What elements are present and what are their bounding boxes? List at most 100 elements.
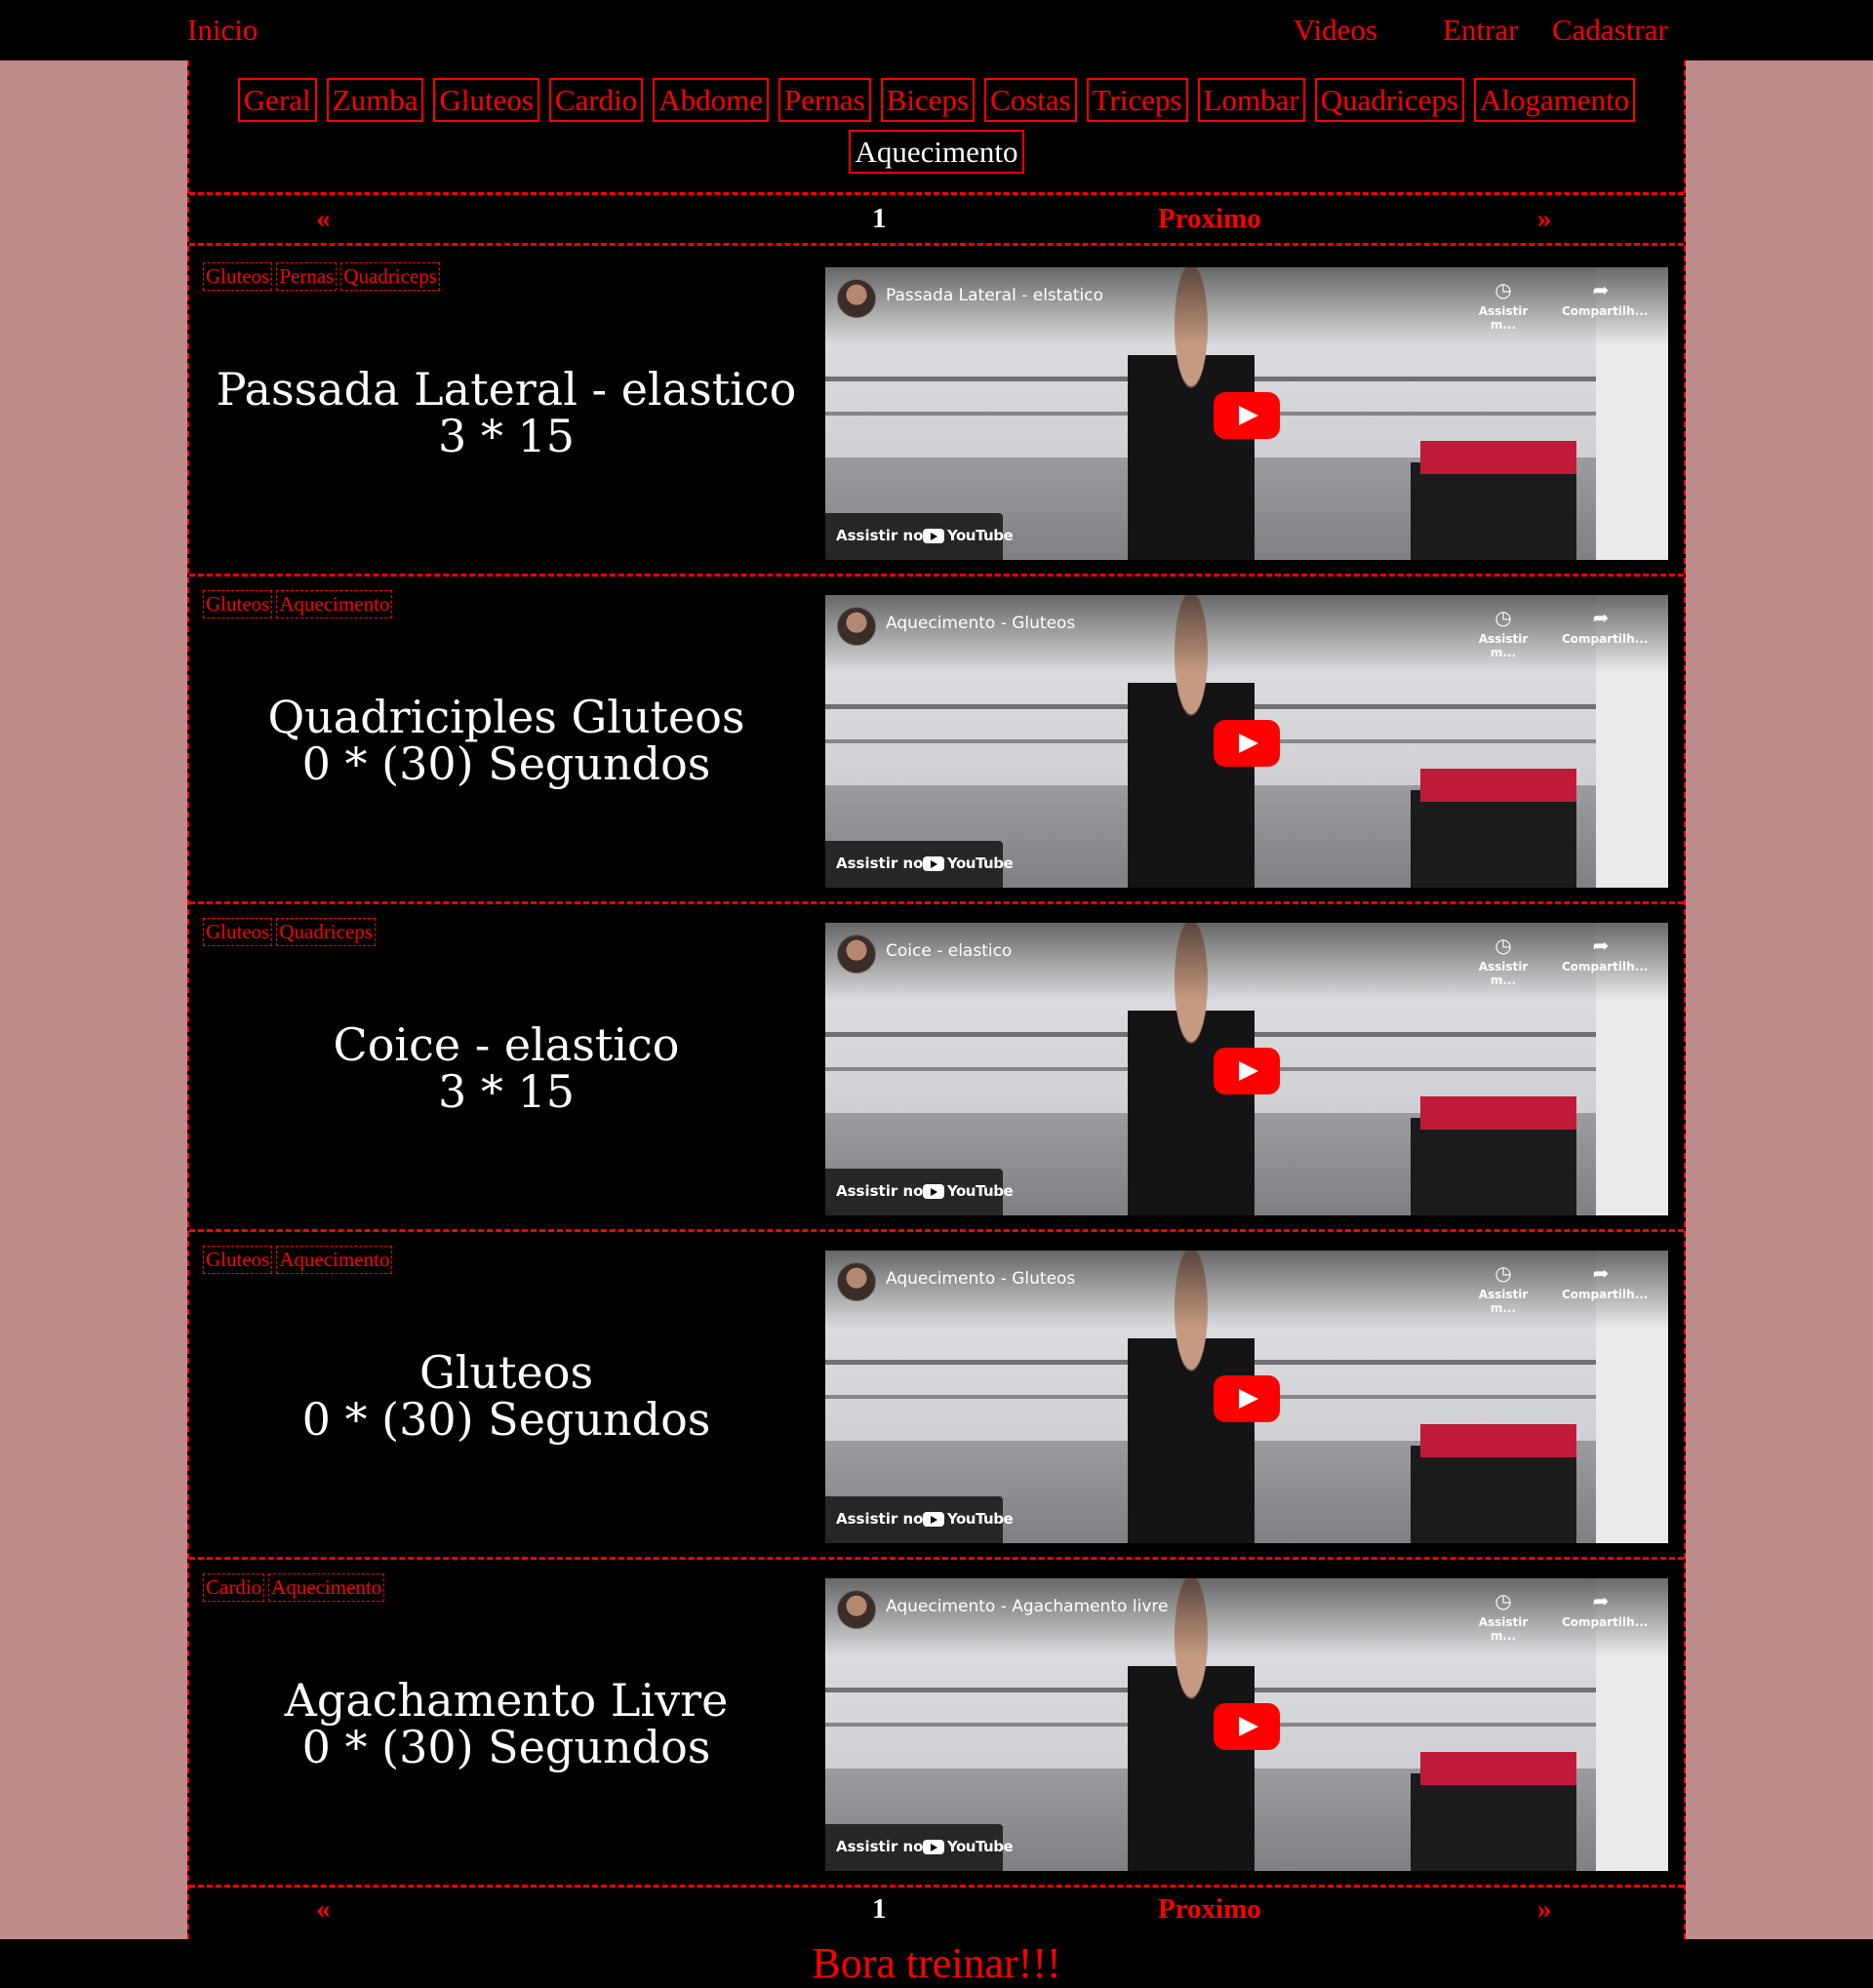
video-title[interactable]: Passada Lateral - elstatico xyxy=(886,286,1103,305)
exercise-reps: 3 * 15 xyxy=(437,410,576,462)
category-button-biceps[interactable]: Biceps xyxy=(880,78,976,123)
play-button-icon[interactable] xyxy=(1214,392,1280,439)
watch-on-youtube-button[interactable]: Assistir no YouTube xyxy=(825,841,1014,888)
channel-avatar[interactable] xyxy=(837,1262,876,1301)
share-button[interactable]: ➦ Compartilh... xyxy=(1562,1262,1648,1301)
pagination-next-link[interactable]: Proximo xyxy=(1158,202,1261,236)
pagination-next-link[interactable]: Proximo xyxy=(1158,1892,1261,1927)
footer-banner: Bora treinar!!! xyxy=(0,1939,1873,1988)
share-button[interactable]: ➦ Compartilh... xyxy=(1562,278,1648,318)
exercise-info: Passada Lateral - elastico 3 * 15 xyxy=(189,249,823,577)
main-panel: Geral Zumba Gluteos Cardio Abdome Pernas Bicep… xyxy=(187,60,1686,1939)
category-button-abdome[interactable]: Abdome xyxy=(653,78,770,123)
youtube-logo-icon xyxy=(923,1184,944,1199)
share-button[interactable]: ➦ Compartilh... xyxy=(1562,607,1648,646)
watch-later-button[interactable]: ◷ Assistir m... xyxy=(1464,1590,1542,1643)
play-button-icon[interactable] xyxy=(1214,1048,1280,1094)
watch-later-button[interactable]: ◷ Assistir m... xyxy=(1464,607,1542,659)
exercise-name: Gluteos xyxy=(418,1345,594,1399)
nav-link-inicio[interactable]: Inicio xyxy=(187,12,258,48)
exercise-row: Cardio Aquecimento Agachamento Livre 0 * … xyxy=(189,1560,1684,1888)
footer-text: Bora treinar!!! xyxy=(812,1939,1061,1987)
exercise-info: Gluteos 0 * (30) Segundos xyxy=(189,1232,823,1560)
nav-link-entrar[interactable]: Entrar xyxy=(1443,12,1518,48)
category-button-gluteos[interactable]: Gluteos xyxy=(433,78,539,123)
pagination-first-link[interactable]: « xyxy=(316,202,331,236)
top-navbar: Inicio Videos Entrar Cadastrar xyxy=(0,0,1873,60)
exercise-name: Quadriciples Gluteos xyxy=(267,690,745,743)
video-title[interactable]: Coice - elastico xyxy=(886,941,1012,961)
pagination-first-link[interactable]: « xyxy=(316,1892,331,1927)
video-title[interactable]: Aquecimento - Gluteos xyxy=(886,614,1075,633)
youtube-video-embed[interactable]: Passada Lateral - elstatico ◷ Assistir m… xyxy=(825,267,1668,560)
watch-later-label: Assistir m... xyxy=(1478,304,1529,332)
pagination-last-link[interactable]: » xyxy=(1537,202,1552,236)
category-button-geral[interactable]: Geral xyxy=(237,78,317,123)
share-button[interactable]: ➦ Compartilh... xyxy=(1562,1590,1648,1629)
channel-avatar[interactable] xyxy=(837,1590,876,1629)
youtube-logo-icon xyxy=(923,856,944,871)
exercise-info: Agachamento Livre 0 * (30) Segundos xyxy=(189,1560,823,1888)
share-arrow-icon: ➦ xyxy=(1592,934,1610,957)
category-filter-bar: Geral Zumba Gluteos Cardio Abdome Pernas Bicep… xyxy=(189,60,1684,195)
share-button[interactable]: ➦ Compartilh... xyxy=(1562,934,1648,974)
play-button-icon[interactable] xyxy=(1214,1703,1280,1750)
watch-on-label: Assistir no xyxy=(836,527,924,544)
exercise-name: Coice - elastico xyxy=(333,1017,680,1071)
share-label: Compartilh... xyxy=(1562,1288,1649,1301)
pagination-current-page[interactable]: 1 xyxy=(872,1892,887,1927)
watch-on-label: Assistir no xyxy=(836,1182,924,1200)
channel-avatar[interactable] xyxy=(837,279,876,318)
exercise-info: Coice - elastico 3 * 15 xyxy=(189,904,823,1232)
watch-on-youtube-button[interactable]: Assistir no YouTube xyxy=(825,1496,1014,1543)
clock-icon: ◷ xyxy=(1494,278,1512,301)
share-label: Compartilh... xyxy=(1562,632,1649,646)
watch-on-youtube-button[interactable]: Assistir no YouTube xyxy=(825,513,1014,560)
video-title[interactable]: Aquecimento - Gluteos xyxy=(886,1269,1075,1289)
exercise-name: Agachamento Livre xyxy=(284,1673,729,1727)
youtube-brand: YouTube xyxy=(947,855,1014,872)
category-button-triceps[interactable]: Triceps xyxy=(1086,78,1188,123)
youtube-brand: YouTube xyxy=(947,1182,1014,1200)
category-button-pernas[interactable]: Pernas xyxy=(778,78,871,123)
pagination-current-page[interactable]: 1 xyxy=(872,202,887,236)
category-button-lombar[interactable]: Lombar xyxy=(1197,78,1305,123)
youtube-video-embed[interactable]: Coice - elastico ◷ Assistir m... ➦ Compa… xyxy=(825,923,1668,1215)
exercise-row: Gluteos Pernas Quadriceps Passada Lateral … xyxy=(189,249,1684,577)
channel-avatar[interactable] xyxy=(837,934,876,974)
youtube-brand: YouTube xyxy=(947,1838,1014,1855)
pagination-top: « 1 Proximo » xyxy=(189,195,1684,246)
watch-later-button[interactable]: ◷ Assistir m... xyxy=(1464,1262,1542,1315)
nav-link-cadastrar[interactable]: Cadastrar xyxy=(1552,12,1668,48)
clock-icon: ◷ xyxy=(1494,1589,1512,1612)
exercise-row: Gluteos Quadriceps Coice - elastico 3 * 1… xyxy=(189,904,1684,1232)
nav-link-videos[interactable]: Videos xyxy=(1294,12,1377,48)
pagination-bottom: « 1 Proximo » xyxy=(189,1886,1684,1939)
watch-later-label: Assistir m... xyxy=(1478,632,1529,659)
category-button-alogamento[interactable]: Alogamento xyxy=(1473,78,1636,123)
play-button-icon[interactable] xyxy=(1214,720,1280,767)
watch-later-button[interactable]: ◷ Assistir m... xyxy=(1464,934,1542,987)
category-button-quadriceps[interactable]: Quadriceps xyxy=(1314,78,1464,123)
category-button-cardio[interactable]: Cardio xyxy=(548,78,644,123)
watch-on-youtube-button[interactable]: Assistir no YouTube xyxy=(825,1169,1014,1215)
youtube-video-embed[interactable]: Aquecimento - Agachamento livre ◷ Assist… xyxy=(825,1578,1668,1871)
share-label: Compartilh... xyxy=(1562,304,1649,318)
exercise-reps: 0 * (30) Segundos xyxy=(301,1721,711,1773)
watch-later-button[interactable]: ◷ Assistir m... xyxy=(1464,279,1542,332)
pagination-last-link[interactable]: » xyxy=(1537,1892,1552,1927)
exercise-reps: 0 * (30) Segundos xyxy=(301,1393,711,1446)
exercise-reps: 3 * 15 xyxy=(437,1065,576,1118)
share-arrow-icon: ➦ xyxy=(1592,278,1610,301)
exercise-name: Passada Lateral - elastico xyxy=(216,362,797,416)
play-button-icon[interactable] xyxy=(1214,1375,1280,1422)
category-button-aquecimento[interactable]: Aquecimento xyxy=(849,130,1024,175)
category-button-zumba[interactable]: Zumba xyxy=(326,78,424,123)
category-button-costas[interactable]: Costas xyxy=(984,78,1077,123)
video-title[interactable]: Aquecimento - Agachamento livre xyxy=(886,1597,1168,1616)
watch-later-label: Assistir m... xyxy=(1478,1615,1529,1643)
watch-on-youtube-button[interactable]: Assistir no YouTube xyxy=(825,1824,1014,1871)
youtube-video-embed[interactable]: Aquecimento - Gluteos ◷ Assistir m... ➦ … xyxy=(825,595,1668,888)
youtube-video-embed[interactable]: Aquecimento - Gluteos ◷ Assistir m... ➦ … xyxy=(825,1251,1668,1543)
channel-avatar[interactable] xyxy=(837,607,876,646)
